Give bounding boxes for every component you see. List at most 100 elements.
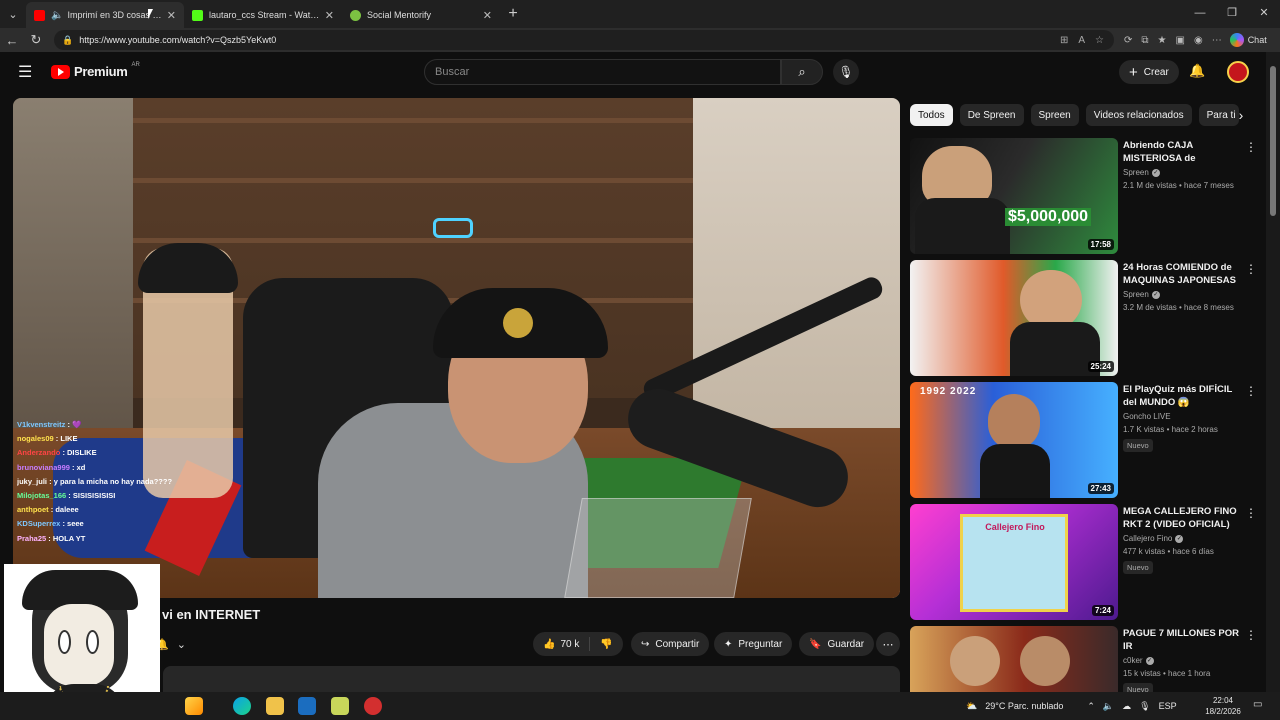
close-tab-icon[interactable]: ✕	[325, 9, 334, 22]
maximize-icon[interactable]: ❐	[1216, 0, 1248, 28]
video-thumbnail[interactable]: 1992 2022 27:43	[910, 382, 1118, 498]
channel-name[interactable]: Goncho LIVE	[1123, 412, 1171, 421]
browser-tab-kick[interactable]: lautaro_ccs Stream - Watch Live on Kick …	[184, 2, 342, 28]
more-actions-button[interactable]: ⋯	[876, 632, 900, 656]
channel-name[interactable]: Callejero Fino	[1123, 534, 1172, 543]
tray-chevron-up-icon[interactable]: ⌃	[1087, 701, 1095, 712]
share-button[interactable]: ↪ Compartir	[631, 632, 710, 656]
like-button[interactable]: 👍 70 k	[533, 632, 589, 656]
speaker-icon[interactable]: 🔈	[51, 10, 63, 21]
recording-app-icon[interactable]	[364, 697, 382, 715]
save-button[interactable]: 🔖 Guardar	[799, 632, 875, 656]
chat-message: : DISLIKE	[62, 448, 97, 458]
search-button[interactable]: ⌕	[781, 59, 823, 85]
video-duration: 25:24	[1087, 361, 1114, 372]
weather-icon[interactable]: ⛅	[966, 701, 977, 712]
video-title[interactable]: 24 Horas COMIENDO de MAQUINAS JAPONESAS	[1123, 262, 1245, 287]
app-icon[interactable]	[331, 697, 349, 715]
chat-message: : seee	[62, 519, 84, 529]
kebab-menu-icon[interactable]: ⋮	[1245, 628, 1257, 642]
kebab-menu-icon[interactable]: ⋮	[1245, 140, 1257, 154]
recommended-video[interactable]: 25:24 24 Horas COMIENDO de MAQUINAS JAPO…	[910, 260, 1260, 376]
refresh-extension-icon[interactable]: ⟳	[1124, 35, 1132, 46]
chevron-right-icon[interactable]: ›	[1232, 104, 1250, 126]
chip-spreen[interactable]: Spreen	[1030, 104, 1079, 126]
account-avatar[interactable]	[1227, 61, 1249, 83]
tab-list-chevron-icon[interactable]: ⌄	[0, 0, 26, 28]
extensions-icon[interactable]: ⧉	[1141, 35, 1148, 46]
chevron-down-icon[interactable]: ⌄	[177, 638, 186, 651]
kebab-menu-icon[interactable]: ⋮	[1245, 262, 1257, 276]
reload-icon[interactable]: ↻	[24, 32, 48, 48]
edge-browser-icon[interactable]	[233, 697, 251, 715]
more-options-icon[interactable]: ⋯	[1212, 35, 1222, 46]
video-info: PAGUE 7 MILLONES POR IR c0ker ✓ 15 k vis…	[1123, 628, 1245, 692]
language-indicator[interactable]: ESP	[1159, 701, 1177, 711]
video-thumbnail[interactable]: $5,000,000 17:58	[910, 138, 1118, 254]
video-title[interactable]: PAGUE 7 MILLONES POR IR	[1123, 628, 1245, 653]
create-button[interactable]: + Crear	[1119, 60, 1179, 84]
minimize-icon[interactable]: —	[1184, 0, 1216, 28]
video-title[interactable]: Abriendo CAJA MISTERIOSA de $5.000.000	[1123, 140, 1245, 165]
close-tab-icon[interactable]: ✕	[483, 9, 492, 22]
scrollbar-thumb[interactable]	[1270, 66, 1276, 216]
voice-search-button[interactable]: 🎙	[833, 59, 859, 85]
volume-icon[interactable]: 🔈	[1103, 701, 1114, 712]
video-title[interactable]: El PlayQuiz más DIFÍCIL del MUNDO 😱	[1123, 384, 1245, 409]
video-thumbnail[interactable]: Callejero Fino 7:24	[910, 504, 1118, 620]
page-scrollbar[interactable]	[1266, 52, 1280, 692]
browser-tab-youtube[interactable]: 🔈 Imprimí en 3D cosas que vi en INTERNET…	[26, 2, 184, 28]
app-available-icon[interactable]: ⊞	[1060, 35, 1068, 46]
kebab-menu-icon[interactable]: ⋮	[1245, 384, 1257, 398]
youtube-premium-logo[interactable]: Premium AR	[51, 62, 140, 79]
video-thumbnail[interactable]	[910, 626, 1118, 692]
share-label: Compartir	[655, 638, 700, 650]
kebab-menu-icon[interactable]: ⋮	[1245, 506, 1257, 520]
video-title[interactable]: MEGA CALLEJERO FINO RKT 2 (VIDEO OFICIAL…	[1123, 506, 1245, 531]
chip-videos-relacionados[interactable]: Videos relacionados	[1085, 104, 1192, 126]
channel-name[interactable]: c0ker	[1123, 656, 1143, 665]
cloud-icon[interactable]: ☁	[1122, 701, 1131, 712]
browser-tab-mentorify[interactable]: Social Mentorify ✕	[342, 2, 500, 28]
chat-line: juky_juli : y para la micha no hay nada?…	[17, 475, 187, 489]
url-field[interactable]: 🔒 https://www.youtube.com/watch?v=Qszb5Y…	[54, 30, 1114, 50]
chip-todos[interactable]: Todos	[910, 104, 953, 126]
favorite-star-icon[interactable]: ☆	[1095, 35, 1104, 46]
favorites-icon[interactable]: ★	[1158, 35, 1167, 46]
lock-icon[interactable]: 🔒	[62, 35, 73, 46]
chat-message: : LIKE	[55, 434, 78, 444]
channel-name[interactable]: Spreen	[1123, 168, 1149, 177]
recommended-video[interactable]: PAGUE 7 MILLONES POR IR c0ker ✓ 15 k vis…	[910, 626, 1260, 692]
channel-name[interactable]: Spreen	[1123, 290, 1149, 299]
profile-icon[interactable]: ◉	[1194, 35, 1203, 46]
chip-de-spreen[interactable]: De Spreen	[959, 104, 1024, 126]
search-input[interactable]: Buscar	[424, 59, 781, 85]
kick-favicon-icon	[192, 9, 203, 21]
dislike-button[interactable]: 👎	[590, 632, 622, 656]
notification-icon[interactable]: ▭	[1253, 699, 1262, 710]
ask-button[interactable]: ✦ Preguntar	[714, 632, 793, 656]
recommended-video[interactable]: Callejero Fino 7:24 MEGA CALLEJERO FINO …	[910, 504, 1260, 620]
video-thumbnail[interactable]: 25:24	[910, 260, 1118, 376]
weather-text[interactable]: 29°C Parc. nublado	[985, 701, 1063, 711]
close-window-icon[interactable]: ✕	[1248, 0, 1280, 28]
collections-icon[interactable]: ▣	[1176, 35, 1185, 46]
hamburger-menu-icon[interactable]: ☰	[18, 62, 32, 82]
recommended-video[interactable]: $5,000,000 17:58 Abriendo CAJA MISTERIOS…	[910, 138, 1260, 254]
close-tab-icon[interactable]: ✕	[167, 9, 176, 22]
chat-line: brunoviana999 : xd	[17, 461, 187, 475]
file-explorer-icon[interactable]	[266, 697, 284, 715]
steam-icon[interactable]	[298, 697, 316, 715]
back-icon[interactable]: ←	[0, 33, 24, 48]
recommended-video[interactable]: 1992 2022 27:43 El PlayQuiz más DIFÍCIL …	[910, 382, 1260, 498]
read-aloud-icon[interactable]: A	[1078, 35, 1085, 46]
notifications-bell-icon[interactable]: 🔔	[1189, 63, 1205, 79]
mic-tray-icon[interactable]: 🎙	[1139, 701, 1150, 712]
copilot-chat-button[interactable]: Chat	[1229, 33, 1267, 47]
chat-user: anthpoet	[17, 505, 49, 515]
video-duration: 27:43	[1087, 483, 1114, 494]
taskbar-clock[interactable]: 22:04 18/2/2026	[1200, 695, 1246, 717]
copilot-sparkle-icon[interactable]	[185, 697, 203, 715]
description-box[interactable]	[163, 666, 900, 692]
new-tab-icon[interactable]: +	[500, 5, 526, 23]
